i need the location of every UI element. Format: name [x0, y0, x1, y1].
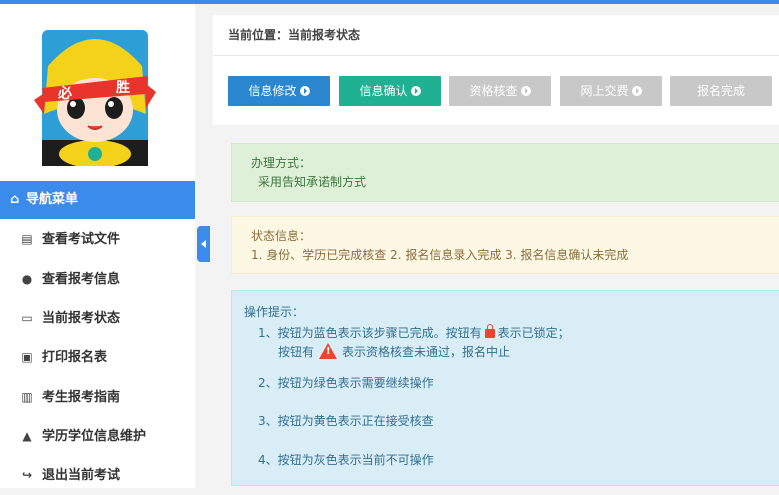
- nav-header[interactable]: ⌂ 导航菜单: [0, 181, 195, 219]
- step-label: 信息确认: [359, 84, 408, 98]
- step-registration-complete-button[interactable]: 报名完成: [670, 76, 772, 106]
- nav-item-exam-files[interactable]: ▤ 查看考试文件: [0, 220, 195, 258]
- book-icon: ▥: [21, 390, 33, 404]
- print-icon: ▣: [21, 350, 33, 364]
- status-alert: 状态信息： 1. 身份、学历已完成核查 2. 报名信息录入完成 3. 报名信息确…: [231, 216, 779, 274]
- nav-item-label: 退出当前考试: [42, 468, 121, 483]
- tips-line-4: 4、按钮为灰色表示当前不可操作: [258, 453, 434, 467]
- graduation-cap-icon: ▲: [22, 429, 32, 443]
- nav-item-label: 查看报考信息: [42, 272, 121, 287]
- lock-icon: [484, 324, 495, 338]
- file-icon: ▤: [21, 232, 33, 246]
- info-icon: ●: [21, 272, 33, 286]
- method-content: 采用告知承诺制方式: [258, 175, 367, 189]
- step-label: 资格核查: [469, 84, 518, 98]
- nav-item-registration-info[interactable]: ● 查看报考信息: [0, 260, 195, 298]
- tips-title: 操作提示：: [244, 305, 305, 319]
- chevron-right-icon: [410, 86, 421, 96]
- status-title: 状态信息：: [251, 229, 312, 243]
- step-online-payment-button[interactable]: 网上交费: [560, 76, 662, 106]
- step-label: 网上交费: [580, 84, 629, 98]
- tips-line-2: 2、按钮为绿色表示需要继续操作: [258, 376, 434, 390]
- step-edit-info-button[interactable]: 信息修改: [228, 76, 330, 106]
- method-alert: 办理方式： 采用告知承诺制方式: [231, 143, 779, 202]
- tips-line-1: 1、按钮为蓝色表示该步骤已完成。按钮有 表示已锁定；: [258, 324, 570, 340]
- tips-alert: 操作提示： 1、按钮为蓝色表示该步骤已完成。按钮有表示已锁定； 按钮有表示资格核…: [231, 290, 779, 486]
- status-panel: 当前位置：当前报考状态 信息修改 信息确认 资格核查 网上交费 报名完成: [213, 15, 779, 125]
- nav-header-label: 导航菜单: [26, 192, 79, 207]
- step-confirm-info-button[interactable]: 信息确认: [339, 76, 441, 106]
- tips-line-1-cont: 按钮有表示资格核查未通过，报名中止: [278, 343, 510, 360]
- step-label: 信息修改: [248, 84, 297, 98]
- nav-item-label: 查看考试文件: [42, 232, 121, 247]
- nav-item-exit-exam[interactable]: ↪ 退出当前考试: [0, 456, 195, 494]
- nav-item-label: 打印报名表: [42, 350, 108, 365]
- status-content: 1. 身份、学历已完成核查 2. 报名信息录入完成 3. 报名信息确认未完成: [251, 248, 629, 262]
- divider: [213, 55, 779, 56]
- nav-item-label: 当前报考状态: [42, 311, 121, 326]
- headband-text-left: 必: [57, 85, 72, 102]
- nav-item-current-status[interactable]: ▭ 当前报考状态: [0, 299, 195, 337]
- sidebar: 必 胜 ⌂ 导航菜单 ▤ 查看考试文件 ● 查看报考信息 ▭ 当前报考状态 ▣ 打印报名表…: [0, 4, 195, 488]
- home-icon: ⌂: [10, 192, 20, 207]
- warning-icon: [319, 343, 338, 359]
- step-label: 报名完成: [696, 84, 745, 98]
- breadcrumb: 当前位置：当前报考状态: [228, 28, 361, 42]
- step-qualification-check-button[interactable]: 资格核查: [449, 76, 551, 106]
- nav-item-degree-info[interactable]: ▲ 学历学位信息维护: [0, 417, 195, 455]
- sign-out-icon: ↪: [21, 468, 33, 482]
- chevron-right-icon: [520, 86, 531, 96]
- sidebar-collapse-toggle[interactable]: [197, 226, 210, 262]
- tips-line-3: 3、按钮为黄色表示正在接受核查: [258, 414, 434, 428]
- nav-item-guide[interactable]: ▥ 考生报考指南: [0, 378, 195, 416]
- nav-item-print-form[interactable]: ▣ 打印报名表: [0, 338, 195, 376]
- method-title: 办理方式：: [251, 156, 312, 170]
- nav-item-label: 学历学位信息维护: [42, 429, 147, 444]
- chevron-right-icon: [299, 86, 310, 96]
- mascot-avatar: 必 胜: [34, 30, 156, 166]
- monitor-icon: ▭: [21, 311, 33, 325]
- chevron-right-icon: [631, 86, 642, 96]
- nav-item-label: 考生报考指南: [42, 390, 121, 405]
- headband-text-right: 胜: [116, 80, 130, 96]
